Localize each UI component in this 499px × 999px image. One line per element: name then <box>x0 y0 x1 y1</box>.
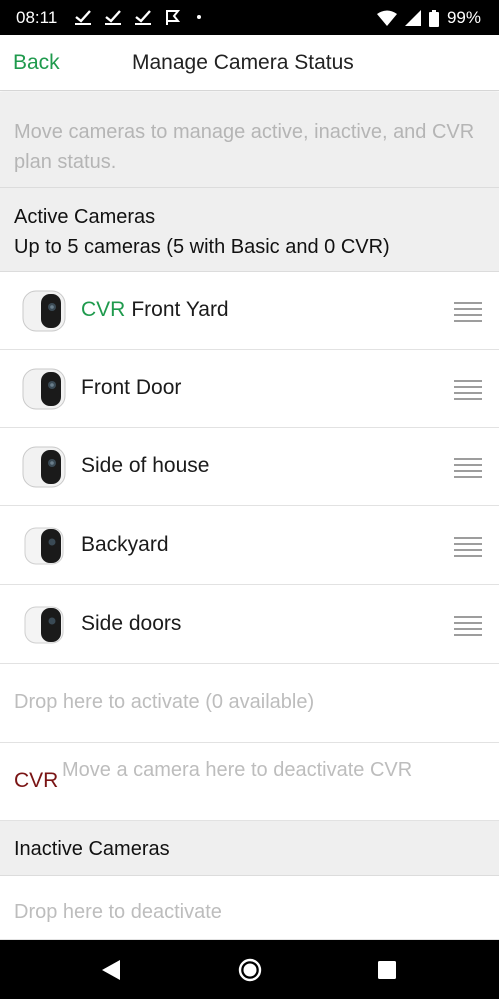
camera-icon <box>22 290 66 332</box>
status-bar: 08:11 99% <box>0 0 499 35</box>
check-icon <box>105 10 121 25</box>
nav-home-icon[interactable] <box>238 958 262 982</box>
inactive-cameras-header: Inactive Cameras <box>0 821 499 876</box>
active-cameras-title: Active Cameras <box>14 206 156 228</box>
page-title: Manage Camera Status <box>132 51 354 74</box>
battery-percent: 99% <box>446 8 481 27</box>
active-cameras-subtitle: Up to 5 cameras (5 with Basic and 0 CVR) <box>14 236 390 258</box>
camera-icon <box>22 368 66 410</box>
camera-row-backyard[interactable]: Backyard <box>0 507 499 585</box>
signal-icon <box>404 10 421 26</box>
activate-drop-zone[interactable]: Drop here to activate (0 available) <box>0 664 499 743</box>
active-cameras-header: Active Cameras Up to 5 cameras (5 with B… <box>0 188 499 272</box>
camera-label: CVR Front Yard <box>81 298 229 322</box>
camera-icon <box>24 606 64 644</box>
nav-recent-icon[interactable] <box>378 961 396 979</box>
notification-icons <box>74 8 182 26</box>
check-icon <box>75 10 91 25</box>
deactivate-drop-zone[interactable]: Drop here to deactivate <box>0 876 499 940</box>
nav-back-icon[interactable] <box>101 959 121 981</box>
drag-handle-icon[interactable] <box>454 537 482 557</box>
camera-name: Side of house <box>81 454 210 477</box>
app-header: Back Manage Camera Status <box>0 35 499 91</box>
camera-name: Backyard <box>81 533 169 556</box>
camera-icon <box>24 527 64 565</box>
status-time: 08:11 <box>16 8 58 27</box>
status-right: 99% <box>376 8 481 28</box>
cvr-badge: CVR <box>81 298 126 321</box>
camera-name: Side doors <box>81 612 182 635</box>
drag-handle-icon[interactable] <box>454 380 482 400</box>
camera-icon <box>22 446 66 488</box>
wifi-icon <box>376 10 397 26</box>
drag-handle-icon[interactable] <box>454 616 482 636</box>
camera-label: Side of house <box>81 454 209 478</box>
camera-label: Front Door <box>81 376 181 400</box>
camera-label: Backyard <box>81 533 169 557</box>
flag-icon <box>166 10 181 25</box>
camera-row-side-doors[interactable]: Side doors <box>0 586 499 664</box>
camera-name: Front Yard <box>131 298 229 321</box>
camera-name: Front Door <box>81 376 182 399</box>
drag-handle-icon[interactable] <box>454 302 482 322</box>
cvr-drop-zone[interactable]: CVR Move a camera here to deactivate CVR <box>0 743 499 821</box>
navigation-bar <box>0 940 499 999</box>
status-dot <box>197 15 201 19</box>
check-icon <box>135 10 151 25</box>
camera-label: Side doors <box>81 612 181 636</box>
battery-icon <box>428 9 439 27</box>
cvr-label: CVR <box>14 769 59 792</box>
camera-row-front-yard[interactable]: CVR Front Yard <box>0 272 499 350</box>
back-button[interactable]: Back <box>13 51 60 75</box>
cvr-drop-text: Move a camera here to deactivate CVR <box>62 759 413 781</box>
drag-handle-icon[interactable] <box>454 458 482 478</box>
camera-row-side-of-house[interactable]: Side of house <box>0 428 499 506</box>
camera-row-front-door[interactable]: Front Door <box>0 350 499 428</box>
instructions-text: Move cameras to manage active, inactive,… <box>0 92 499 188</box>
